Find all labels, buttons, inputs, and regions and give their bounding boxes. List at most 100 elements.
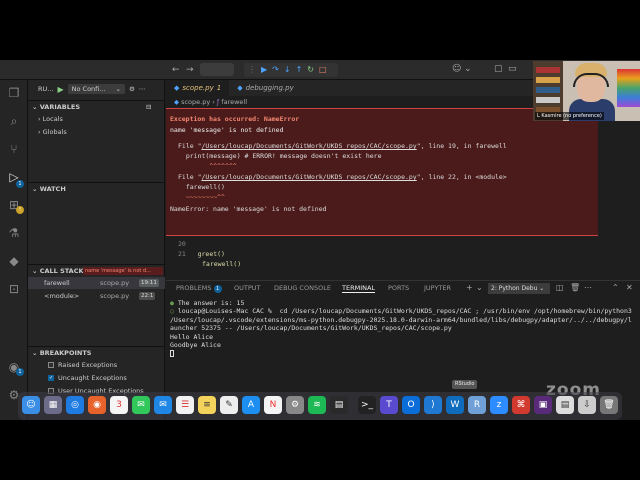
activity-monitor-icon[interactable]: ▤: [330, 396, 348, 414]
copilot-icon[interactable]: ☺: [452, 64, 461, 74]
traceback-prefix: File ": [178, 173, 202, 181]
chevron-down-icon[interactable]: ⌄: [464, 64, 472, 74]
layout-panel-icon[interactable]: ▭: [508, 64, 517, 74]
terminal-line: Goodbye Alice: [170, 341, 221, 350]
python-icon[interactable]: ◆: [7, 254, 21, 268]
variables-section-header[interactable]: ⌄ VARIABLES ⊟: [28, 100, 165, 112]
close-icon[interactable]: ✕: [626, 283, 633, 292]
traceback-code-1: print(message) # ERROR! message doesn't …: [178, 152, 382, 160]
safari-icon[interactable]: ◎: [66, 396, 84, 414]
screenshot-thumbnail-icon[interactable]: ▣: [534, 396, 552, 414]
rstudio-icon[interactable]: R: [468, 396, 486, 414]
start-debugging-icon[interactable]: ▶: [57, 85, 63, 94]
command-center[interactable]: [200, 63, 234, 76]
outlook-icon[interactable]: O: [402, 396, 420, 414]
freeform-icon[interactable]: ✎: [220, 396, 238, 414]
traceback-file-link[interactable]: /Users/loucap/Documents/GitWork/UKDS_rep…: [201, 142, 416, 150]
launchpad-icon[interactable]: ▦: [44, 396, 62, 414]
testing-icon[interactable]: ⚗: [7, 226, 21, 240]
tab-jupyter[interactable]: JUPYTER: [424, 284, 451, 292]
tab-debug-console[interactable]: DEBUG CONSOLE: [274, 284, 331, 292]
traceback-code-2: farewell(): [178, 183, 225, 191]
locals-scope[interactable]: › Locals: [38, 115, 63, 123]
search-icon[interactable]: ⌕: [7, 114, 21, 128]
breadcrumb-file[interactable]: scope.py: [181, 98, 210, 106]
breadcrumb-symbol[interactable]: farewell: [221, 98, 247, 106]
stop-icon[interactable]: □: [319, 63, 327, 77]
restart-icon[interactable]: ↻: [307, 63, 314, 77]
reminders-icon[interactable]: ☰: [176, 396, 194, 414]
chevron-down-icon[interactable]: ⌄: [476, 283, 483, 292]
trash-icon[interactable]: 🗑: [570, 283, 580, 292]
more-icon[interactable]: ⋯: [584, 283, 592, 292]
traceback-caret-1: ^^^^^^^: [178, 162, 237, 170]
globals-scope[interactable]: › Globals: [38, 128, 67, 136]
step-out-icon[interactable]: ↑: [296, 63, 303, 77]
forward-arrow-icon[interactable]: →: [186, 65, 194, 75]
system-settings-icon[interactable]: ⚙: [286, 396, 304, 414]
back-arrow-icon[interactable]: ←: [172, 65, 180, 75]
chevron-down-icon: ⌄: [115, 85, 121, 93]
news-icon[interactable]: N: [264, 396, 282, 414]
tab-ports[interactable]: PORTS: [388, 284, 409, 292]
terminal-icon[interactable]: >_: [358, 396, 376, 414]
watch-section-header[interactable]: ⌄ WATCH: [28, 182, 165, 194]
breakpoint-label: Raised Exceptions: [58, 361, 118, 369]
mail-icon[interactable]: ✉: [154, 396, 172, 414]
call-stack-frame[interactable]: farewell scope.py 19:11: [28, 277, 165, 289]
tab-debugging-py[interactable]: ◆ debugging.py: [229, 80, 302, 96]
vscode-icon[interactable]: ⟩: [424, 396, 442, 414]
traceback-suffix: ", line 19, in farewell: [416, 142, 507, 150]
source-control-icon[interactable]: ⑂: [7, 142, 21, 156]
code-line: 20: [178, 240, 186, 248]
tab-terminal[interactable]: TERMINAL: [342, 284, 376, 293]
trash-icon[interactable]: 🗑: [600, 396, 618, 414]
zoom-icon[interactable]: z: [490, 396, 508, 414]
function-icon: ƒ: [216, 98, 220, 106]
exception-title: Exception has occurred: NameError: [170, 115, 300, 123]
spotify-icon[interactable]: ≋: [308, 396, 326, 414]
traceback-frame-2: File "/Users/loucap/Documents/GitWork/UK…: [178, 173, 507, 181]
maximize-panel-icon[interactable]: ⌃: [612, 283, 619, 292]
gear-icon[interactable]: ⚙: [129, 85, 135, 93]
more-icon[interactable]: ⋯: [139, 85, 146, 93]
traceback-file-link[interactable]: /Users/loucap/Documents/GitWork/UKDS_rep…: [201, 173, 416, 181]
frame-line: 22:1: [139, 292, 156, 300]
breakpoints-section-header[interactable]: ⌄ BREAKPOINTS: [28, 346, 165, 358]
terminal-select[interactable]: 2: Python Debu ⌄: [488, 283, 550, 294]
collapse-all-icon[interactable]: ⊟: [146, 101, 151, 113]
step-into-icon[interactable]: ↓: [284, 63, 291, 77]
command-status-icon: ○: [170, 307, 174, 316]
teams-icon[interactable]: T: [380, 396, 398, 414]
layout-sidebar-icon[interactable]: ▢: [494, 64, 503, 74]
app-store-icon[interactable]: A: [242, 396, 260, 414]
continue-icon[interactable]: ▶: [261, 63, 267, 77]
finder-icon[interactable]: ☺: [22, 396, 40, 414]
new-terminal-icon[interactable]: +: [466, 283, 473, 292]
document-icon[interactable]: ▤: [556, 396, 574, 414]
acrobat-icon[interactable]: ⌘: [512, 396, 530, 414]
messages-icon[interactable]: ✉: [132, 396, 150, 414]
breakpoint-label: Uncaught Exceptions: [58, 374, 127, 382]
raised-exceptions-checkbox[interactable]: [48, 362, 54, 368]
calendar-icon[interactable]: 3: [110, 396, 128, 414]
globals-label: Globals: [42, 128, 67, 136]
launch-config-select[interactable]: No Confi... ⌄: [67, 84, 125, 94]
firefox-icon[interactable]: ◉: [88, 396, 106, 414]
tab-scope-py[interactable]: ◆ scope.py 1: [166, 80, 230, 96]
call-stack-section-header[interactable]: ⌄ CALL STACK name 'message' is not d...: [28, 264, 165, 276]
word-icon[interactable]: W: [446, 396, 464, 414]
notes-icon[interactable]: ≡: [198, 396, 216, 414]
split-terminal-icon[interactable]: ◫: [556, 283, 564, 292]
remote-explorer-icon[interactable]: ⊡: [7, 282, 21, 296]
explorer-icon[interactable]: ❐: [7, 86, 21, 100]
tab-problems[interactable]: PROBLEMS 1: [176, 284, 222, 293]
downloads-icon[interactable]: ⇩: [578, 396, 596, 414]
terminal-output[interactable]: ● The answer is: 15 ○ loucap@Louises-Mac…: [170, 299, 634, 358]
tab-output[interactable]: OUTPUT: [234, 284, 261, 292]
line-number: 21: [178, 250, 186, 258]
uncaught-exceptions-checkbox[interactable]: ✓: [48, 375, 54, 381]
step-over-icon[interactable]: ↷: [272, 63, 279, 77]
call-stack-frame[interactable]: <module> scope.py 22:1: [28, 290, 165, 302]
drag-handle-icon[interactable]: ⋮: [248, 63, 256, 77]
